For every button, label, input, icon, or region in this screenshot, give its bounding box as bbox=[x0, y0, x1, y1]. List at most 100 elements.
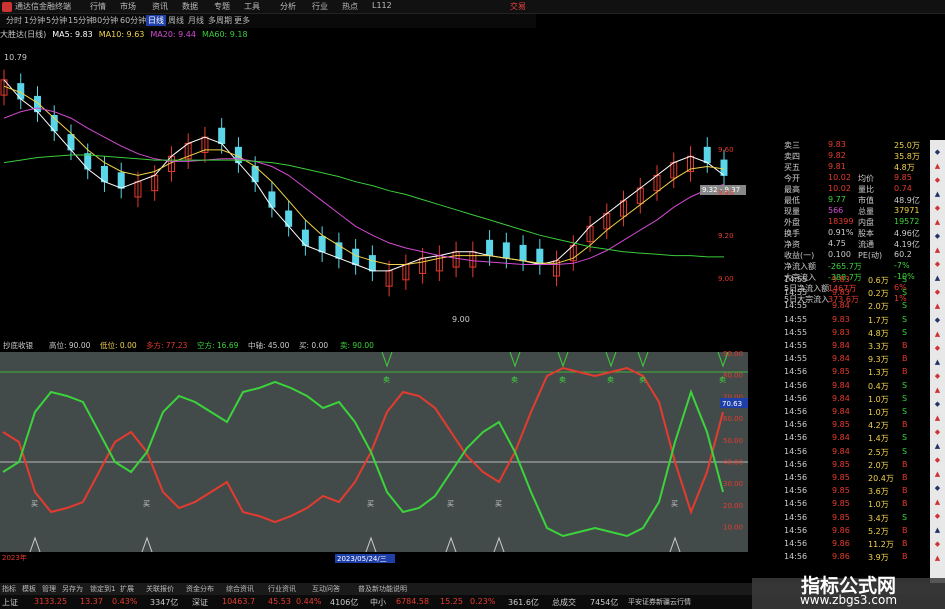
toolbar-tool-icon[interactable]: ▲ bbox=[932, 442, 943, 453]
toolbar-tool-icon[interactable]: ▲ bbox=[932, 414, 943, 425]
toolbar-tool-icon[interactable]: ▲ bbox=[932, 498, 943, 509]
tick-side: B bbox=[902, 486, 908, 496]
toolbar-tool-icon[interactable]: ◆ bbox=[932, 540, 943, 551]
total-value: 7454亿 bbox=[590, 598, 619, 607]
toolbar-tool-icon[interactable]: ▲ bbox=[932, 358, 943, 369]
toolbar-tool-icon[interactable]: ◆ bbox=[932, 512, 943, 523]
timeframe-tab-8[interactable]: 月线 bbox=[186, 15, 206, 26]
menu-item-6[interactable]: 分析 bbox=[280, 1, 296, 12]
timeframe-tab-0[interactable]: 分时 bbox=[4, 15, 24, 26]
tick-side: S bbox=[902, 275, 908, 284]
menu-item-1[interactable]: 市场 bbox=[120, 1, 136, 12]
toolbar-tool-icon[interactable]: ◆ bbox=[932, 344, 943, 355]
bottom-tab-4[interactable]: 锁定到1 bbox=[90, 584, 115, 594]
toolbar-tool-icon[interactable]: ▲ bbox=[932, 330, 943, 341]
toolbar-tool-icon[interactable]: ◆ bbox=[932, 316, 943, 327]
tick-side: S bbox=[902, 393, 908, 403]
quote-label-2: PE(动) bbox=[858, 251, 883, 260]
trade-login-button[interactable]: 交易 bbox=[510, 1, 526, 12]
sh-amount: 3347亿 bbox=[150, 598, 179, 607]
toolbar-tool-icon[interactable]: ▲ bbox=[932, 162, 943, 173]
menu-item-2[interactable]: 资讯 bbox=[152, 1, 168, 12]
tick-volume: 11.2万 bbox=[868, 540, 894, 549]
tick-price: 9.84 bbox=[832, 354, 850, 364]
tick-row: 14:56 9.85 1.3万 B bbox=[748, 367, 930, 378]
toolbar-tool-icon[interactable]: ▲ bbox=[932, 554, 943, 565]
stock-name: 大胜达(日线) bbox=[0, 30, 47, 39]
bottom-tab-7[interactable]: 资金分布 bbox=[186, 584, 214, 594]
toolbar-tool-icon[interactable]: ▲ bbox=[932, 218, 943, 229]
bottom-tab-6[interactable]: 关联报价 bbox=[146, 584, 174, 594]
toolbar-tool-icon[interactable]: ◆ bbox=[932, 232, 943, 243]
tick-price: 9.84 bbox=[832, 341, 850, 350]
chart-area[interactable]: 10.799.009.32 - 9.379.609.409.209.00 抄底收… bbox=[0, 40, 748, 585]
tick-price: 9.84 bbox=[832, 433, 850, 443]
bottom-tab-2[interactable]: 管理 bbox=[42, 584, 56, 594]
toolbar-tool-icon[interactable]: ◆ bbox=[932, 484, 943, 495]
quote-label: 现量 bbox=[784, 207, 800, 216]
toolbar-tool-icon[interactable]: ◆ bbox=[932, 204, 943, 215]
candle-body bbox=[368, 255, 376, 272]
toolbar-tool-icon[interactable]: ▲ bbox=[932, 470, 943, 481]
toolbar-tool-icon[interactable]: ▲ bbox=[932, 526, 943, 537]
toolbar-tool-icon[interactable]: ▲ bbox=[932, 190, 943, 201]
candle-body bbox=[117, 172, 125, 189]
bottom-tab-0[interactable]: 指标 bbox=[2, 584, 16, 594]
quote-row: 最低 9.77 市值 48.9亿 bbox=[748, 195, 930, 206]
tick-side: S bbox=[902, 433, 908, 443]
timeframe-tab-6[interactable]: 日线 bbox=[146, 15, 166, 26]
ma-label-0: MA5: 9.83 bbox=[52, 30, 93, 39]
tick-side: B bbox=[902, 459, 908, 469]
quote-label: 卖四 bbox=[784, 152, 800, 161]
tick-time: 14:55 bbox=[784, 275, 808, 284]
timeframe-tab-7[interactable]: 周线 bbox=[166, 15, 186, 26]
bottom-tab-9[interactable]: 行业资讯 bbox=[268, 584, 296, 594]
toolbar-tool-icon[interactable]: ◆ bbox=[932, 428, 943, 439]
menu-item-3[interactable]: 数据 bbox=[182, 1, 198, 12]
timeframe-tab-5[interactable]: 60分钟 bbox=[118, 15, 148, 26]
quote-value-2: 9.85 bbox=[894, 173, 912, 182]
bottom-tab-8[interactable]: 综合资讯 bbox=[226, 584, 254, 594]
toolbar-tool-icon[interactable]: ◆ bbox=[932, 176, 943, 187]
tick-side: S bbox=[902, 512, 908, 522]
quote-label: 净资 bbox=[784, 240, 800, 249]
toolbar-tool-icon[interactable]: ▲ bbox=[932, 386, 943, 397]
tick-side: B bbox=[902, 473, 908, 482]
bottom-tab-10[interactable]: 互动问答 bbox=[312, 584, 340, 594]
tick-time: 14:55 bbox=[784, 341, 808, 350]
toolbar-tool-icon[interactable]: ◆ bbox=[932, 372, 943, 383]
toolbar-tool-icon[interactable]: ◆ bbox=[932, 456, 943, 467]
tick-row: 14:55 9.83 1.7万 S bbox=[748, 315, 930, 326]
tick-price: 9.84 bbox=[832, 407, 850, 416]
tick-side: B bbox=[902, 341, 908, 350]
quote-value: 9.81 bbox=[828, 162, 846, 171]
bottom-tab-11[interactable]: 普及新功能说明 bbox=[358, 584, 407, 594]
toolbar-tool-icon[interactable]: ▲ bbox=[932, 274, 943, 285]
quote-label: 买五 bbox=[784, 163, 800, 172]
menu-item-8[interactable]: 热点 bbox=[342, 1, 358, 12]
toolbar-tool-icon[interactable]: ▲ bbox=[932, 302, 943, 313]
toolbar-tool-icon[interactable]: ◆ bbox=[932, 400, 943, 411]
indicator-name[interactable]: 抄底收银 bbox=[3, 340, 33, 350]
toolbar-tool-icon[interactable]: ◆ bbox=[932, 148, 943, 159]
menu-item-4[interactable]: 专题 bbox=[214, 1, 230, 12]
menu-item-7[interactable]: 行业 bbox=[312, 1, 328, 12]
quote-panel: 卖三 9.83 25.0万 卖四 9.82 35.8万 买五 9.81 4.8万 今开 10.02 均… bbox=[748, 140, 930, 585]
timeframe-tab-9[interactable]: 多周期 bbox=[206, 15, 234, 26]
indicator-tick: 60.00 bbox=[723, 415, 743, 423]
toolbar-tool-icon[interactable]: ▲ bbox=[932, 246, 943, 257]
quote-value: 4.75 bbox=[828, 239, 846, 248]
bottom-tab-1[interactable]: 模板 bbox=[22, 584, 36, 594]
bottom-tab-3[interactable]: 另存为 bbox=[62, 584, 83, 594]
toolbar-tool-icon[interactable]: ◆ bbox=[932, 260, 943, 271]
timeframe-tab-4[interactable]: 30分钟 bbox=[90, 15, 120, 26]
menu-item-5[interactable]: 工具 bbox=[244, 1, 260, 12]
zx-amount: 361.6亿 bbox=[508, 598, 539, 607]
tick-volume: 1.4万 bbox=[868, 434, 889, 444]
toolbar-tool-icon[interactable]: ◆ bbox=[932, 288, 943, 299]
quote-row: 净资 4.75 流通 4.19亿 bbox=[748, 239, 930, 250]
menu-item-0[interactable]: 行情 bbox=[90, 1, 106, 12]
indicator-param-5: 买: 0.00 bbox=[299, 341, 328, 350]
timeframe-tab-10[interactable]: 更多 bbox=[232, 15, 252, 26]
bottom-tab-5[interactable]: 扩展 bbox=[120, 584, 134, 594]
